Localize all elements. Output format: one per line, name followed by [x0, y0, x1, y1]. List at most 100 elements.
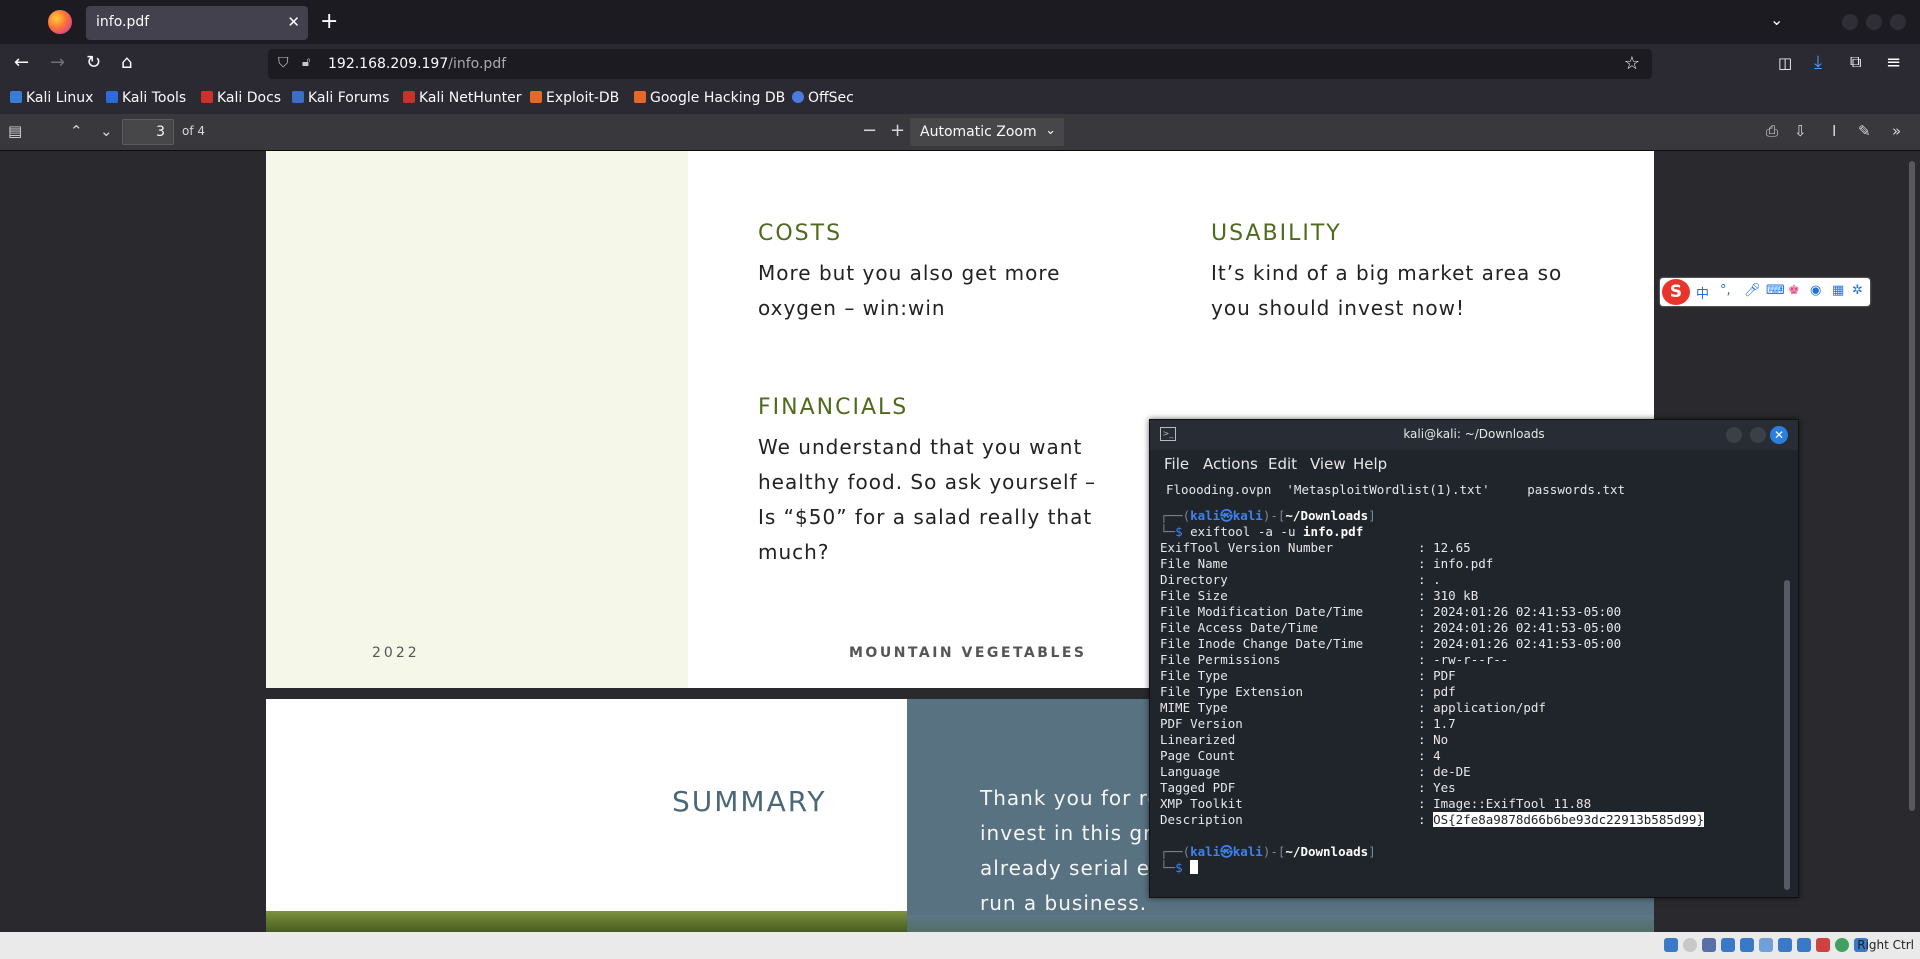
tracking-shield-icon[interactable]: ⛉: [278, 55, 289, 71]
costs-heading: COSTS: [758, 221, 843, 246]
disk-icon[interactable]: [1664, 938, 1678, 952]
url-bar[interactable]: ⛉ 🔓︎ 192.168.209.197/info.pdf ☆: [268, 49, 1652, 79]
bookmark-kali-forums[interactable]: Kali Forums: [292, 90, 389, 106]
menu-edit[interactable]: Edit: [1268, 455, 1297, 473]
menu-icon[interactable]: ≡: [1886, 52, 1901, 73]
pdf-toolbar: ▤ ⌃ ⌄ of 4 − + Automatic Zoom ⌄ ⎙ ⇩ I ✎ …: [0, 114, 1920, 151]
network-icon[interactable]: [1721, 938, 1735, 952]
input-line[interactable]: └─$: [1160, 860, 1199, 876]
audio-icon[interactable]: [1702, 938, 1716, 952]
bookmark-kali-tools[interactable]: Kali Tools: [106, 90, 186, 106]
exif-row: File Permissions: -rw-r--r--: [1160, 652, 1509, 667]
zoom-select[interactable]: Automatic Zoom ⌄: [910, 118, 1064, 146]
bookmark-kali-docs[interactable]: Kali Docs: [201, 90, 281, 106]
terminal-menubar: File Actions Edit View Help: [1150, 450, 1798, 476]
kali-tools-icon: [106, 91, 118, 103]
forward-arrow-icon[interactable]: →: [50, 52, 65, 73]
exif-value[interactable]: OS{2fe8a9878d66b6be93dc22913b585d99}: [1433, 812, 1704, 827]
menu-file[interactable]: File: [1164, 455, 1189, 473]
exif-value: PDF: [1433, 668, 1456, 683]
keyboard-icon[interactable]: ⌨: [1766, 283, 1785, 298]
guest-additions-icon[interactable]: [1835, 938, 1849, 952]
shared-folder-icon[interactable]: [1759, 938, 1773, 952]
terminal-close-icon[interactable]: ✕: [1770, 426, 1788, 444]
exif-value: .: [1433, 572, 1441, 587]
tab-close-icon[interactable]: ✕: [287, 13, 300, 31]
menu-actions[interactable]: Actions: [1203, 455, 1258, 473]
exif-row: XMP Toolkit: Image::ExifTool 11.88: [1160, 796, 1592, 811]
usb-icon[interactable]: [1740, 938, 1754, 952]
terminal-titlebar[interactable]: >_ kali@kali: ~/Downloads ✕: [1150, 420, 1798, 450]
kali-icon: [10, 91, 22, 103]
ghdb-icon: [634, 91, 646, 103]
extensions-icon[interactable]: ⧉: [1850, 52, 1861, 72]
exif-value: 2024:01:26 02:41:53-05:00: [1433, 620, 1622, 635]
exif-row: File Name: info.pdf: [1160, 556, 1494, 571]
text-tool-icon[interactable]: I: [1832, 122, 1836, 140]
insecure-lock-icon[interactable]: 🔓︎: [302, 55, 310, 70]
display-icon[interactable]: [1778, 938, 1792, 952]
menu-view[interactable]: View: [1310, 455, 1346, 473]
tab-info-pdf[interactable]: info.pdf ✕: [86, 6, 308, 40]
gamepad-icon[interactable]: ◉: [1810, 283, 1821, 298]
bookmark-exploit-db[interactable]: Exploit-DB: [530, 90, 619, 106]
settings-icon[interactable]: ✲: [1852, 283, 1863, 298]
draw-icon[interactable]: ✎: [1858, 122, 1871, 140]
chinese-mode-icon[interactable]: 中: [1696, 283, 1709, 302]
zoom-in-icon[interactable]: +: [890, 120, 905, 141]
close-window-icon[interactable]: [1890, 14, 1906, 30]
page-number-input[interactable]: [122, 119, 174, 145]
bookmark-star-icon[interactable]: ☆: [1624, 53, 1640, 74]
exif-row: File Modification Date/Time: 2024:01:26 …: [1160, 604, 1622, 619]
exif-value: 2024:01:26 02:41:53-05:00: [1433, 636, 1622, 651]
bookmark-kali-linux[interactable]: Kali Linux: [10, 90, 93, 106]
microphone-icon[interactable]: 🎤︎: [1744, 283, 1761, 298]
save-icon[interactable]: ⇩: [1794, 122, 1807, 140]
menu-help[interactable]: Help: [1353, 455, 1387, 473]
terminal-maximize-icon[interactable]: [1750, 427, 1766, 443]
toolbox-icon[interactable]: ▦: [1832, 283, 1844, 298]
optical-drive-icon[interactable]: [1683, 938, 1697, 952]
cpu-icon[interactable]: [1816, 938, 1830, 952]
bookmark-kali-nethunter[interactable]: Kali NetHunter: [403, 90, 521, 106]
pocket-icon[interactable]: ◫: [1778, 54, 1792, 72]
bookmark-offsec[interactable]: OffSec: [792, 90, 854, 106]
exif-row: File Type: PDF: [1160, 668, 1456, 683]
zoom-out-icon[interactable]: −: [862, 120, 877, 141]
punctuation-icon[interactable]: °,: [1720, 283, 1731, 298]
host-status-bar: Right Ctrl: [0, 932, 1920, 959]
minimize-window-icon[interactable]: [1842, 14, 1858, 30]
new-tab-icon[interactable]: +: [320, 9, 338, 34]
sogou-logo-icon[interactable]: S: [1662, 279, 1690, 305]
page-side-panel: [266, 151, 688, 688]
reload-icon[interactable]: ↻: [86, 52, 101, 73]
tools-more-icon[interactable]: »: [1892, 122, 1901, 140]
exif-value: Yes: [1433, 780, 1456, 795]
terminal-window[interactable]: >_ kali@kali: ~/Downloads ✕ File Actions…: [1149, 419, 1799, 898]
maximize-window-icon[interactable]: [1866, 14, 1882, 30]
terminal-minimize-icon[interactable]: [1726, 427, 1742, 443]
home-icon[interactable]: ⌂: [121, 52, 132, 73]
viewer-scrollbar[interactable]: [1909, 161, 1915, 811]
terminal-output[interactable]: Floooding.ovpn 'MetasploitWordlist(1).tx…: [1150, 476, 1790, 896]
downloads-icon[interactable]: ⤓: [1814, 52, 1822, 73]
bookmark-google-hacking-db[interactable]: Google Hacking DB: [634, 90, 785, 106]
recording-icon[interactable]: [1797, 938, 1811, 952]
exif-row: Linearized: No: [1160, 732, 1449, 747]
previous-page-icon[interactable]: ⌃: [70, 122, 83, 140]
tab-list-chevron-icon[interactable]: ⌄: [1770, 10, 1783, 29]
print-icon[interactable]: ⎙: [1766, 122, 1778, 140]
back-arrow-icon[interactable]: ←: [14, 52, 29, 73]
exif-row: Description: OS{2fe8a9878d66b6be93dc2291…: [1160, 812, 1704, 827]
exif-row: File Type Extension: pdf: [1160, 684, 1456, 699]
offsec-icon: [792, 91, 804, 103]
sidebar-toggle-icon[interactable]: ▤: [8, 122, 22, 140]
exif-value: -rw-r--r--: [1433, 652, 1509, 667]
firefox-icon[interactable]: [48, 10, 72, 34]
exif-value: 12.65: [1433, 540, 1471, 555]
exif-key: File Name: [1160, 556, 1228, 571]
terminal-scrollbar[interactable]: [1784, 580, 1790, 890]
next-page-icon[interactable]: ⌄: [100, 122, 113, 140]
page-count: of 4: [182, 124, 206, 138]
skin-icon[interactable]: ♚: [1788, 283, 1800, 298]
